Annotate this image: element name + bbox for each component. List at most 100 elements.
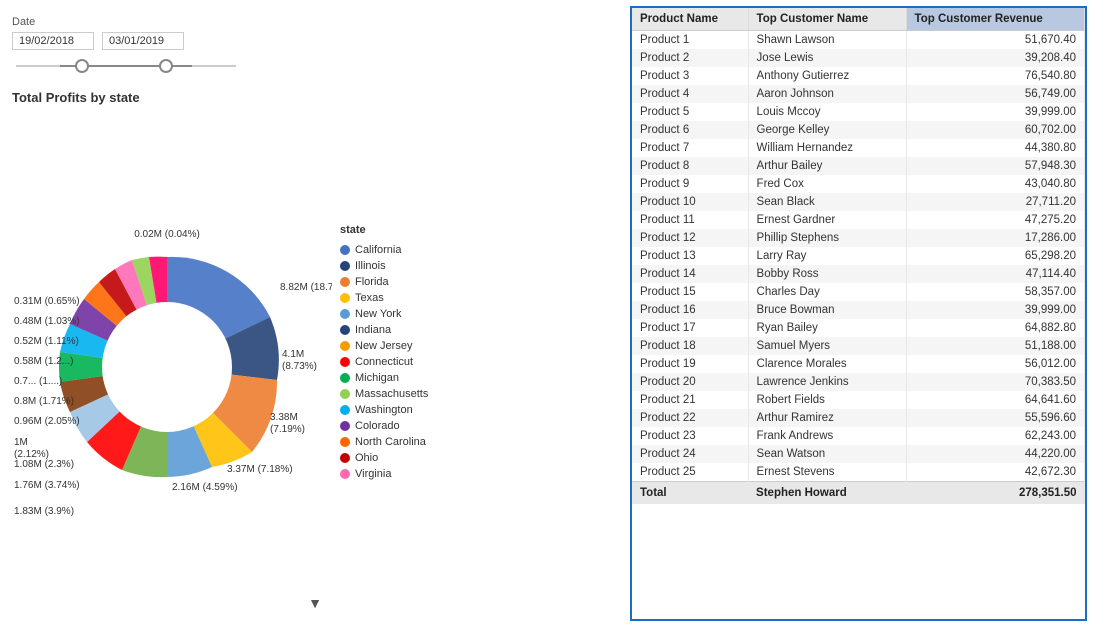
table-row: Product 9Fred Cox43,040.80 xyxy=(632,175,1085,193)
date-inputs: 19/02/2018 03/01/2019 xyxy=(12,32,618,50)
cell-product: Product 19 xyxy=(632,355,748,373)
legend-item-texas[interactable]: Texas xyxy=(340,292,428,304)
table-header-row: Product Name Top Customer Name Top Custo… xyxy=(632,8,1085,31)
cell-revenue: 39,999.00 xyxy=(906,103,1084,121)
legend-item-newjersey[interactable]: New Jersey xyxy=(340,340,428,352)
cell-customer: Robert Fields xyxy=(748,391,906,409)
donut-chart[interactable]: 8.82M (18.77%) 4.1M (8.73%) 3.38M (7.19%… xyxy=(12,172,332,532)
legend-item-indiana[interactable]: Indiana xyxy=(340,324,428,336)
total-customer: Stephen Howard xyxy=(748,482,906,505)
cell-product: Product 8 xyxy=(632,157,748,175)
cell-revenue: 17,286.00 xyxy=(906,229,1084,247)
cell-product: Product 21 xyxy=(632,391,748,409)
legend-item-newyork[interactable]: New York xyxy=(340,308,428,320)
legend-item-california[interactable]: California xyxy=(340,244,428,256)
cell-customer: Ryan Bailey xyxy=(748,319,906,337)
legend-label-virginia: Virginia xyxy=(355,468,392,480)
col-header-product[interactable]: Product Name xyxy=(632,8,748,31)
legend-dot-colorado xyxy=(340,421,350,431)
legend-label-illinois: Illinois xyxy=(355,260,386,272)
date-start-input[interactable]: 19/02/2018 xyxy=(12,32,94,50)
legend-label-northcarolina: North Carolina xyxy=(355,436,426,448)
cell-customer: Arthur Ramirez xyxy=(748,409,906,427)
legend-label-michigan: Michigan xyxy=(355,372,399,384)
slider-thumb-right[interactable] xyxy=(159,59,173,73)
legend-dot-massachusetts xyxy=(340,389,350,399)
cell-revenue: 55,596.60 xyxy=(906,409,1084,427)
table-scroll-container[interactable]: Product Name Top Customer Name Top Custo… xyxy=(632,8,1085,619)
cell-revenue: 27,711.20 xyxy=(906,193,1084,211)
left-panel: Date 19/02/2018 03/01/2019 Total Profits… xyxy=(0,0,630,627)
legend-item-florida[interactable]: Florida xyxy=(340,276,428,288)
cell-revenue: 51,670.40 xyxy=(906,31,1084,50)
scroll-down-indicator[interactable]: ▼ xyxy=(12,595,618,611)
legend-title: state xyxy=(340,224,428,236)
table-row: Product 24Sean Watson44,220.00 xyxy=(632,445,1085,463)
col-header-revenue[interactable]: Top Customer Revenue xyxy=(906,8,1084,31)
svg-text:0.96M (2.05%): 0.96M (2.05%) xyxy=(14,416,80,427)
svg-text:0.48M (1.03%): 0.48M (1.03%) xyxy=(14,316,80,327)
cell-revenue: 44,220.00 xyxy=(906,445,1084,463)
svg-text:1.08M (2.3%): 1.08M (2.3%) xyxy=(14,459,74,470)
cell-product: Product 18 xyxy=(632,337,748,355)
chart-area: 8.82M (18.77%) 4.1M (8.73%) 3.38M (7.19%… xyxy=(12,113,618,591)
svg-text:1M: 1M xyxy=(14,437,28,448)
svg-text:(2.12%): (2.12%) xyxy=(14,449,49,460)
legend-label-california: California xyxy=(355,244,401,256)
cell-product: Product 4 xyxy=(632,85,748,103)
legend-item-michigan[interactable]: Michigan xyxy=(340,372,428,384)
scroll-down-icon[interactable]: ▼ xyxy=(308,595,322,611)
cell-revenue: 39,208.40 xyxy=(906,49,1084,67)
cell-product: Product 17 xyxy=(632,319,748,337)
table-row: Product 5Louis Mccoy39,999.00 xyxy=(632,103,1085,121)
legend-label-washington: Washington xyxy=(355,404,413,416)
cell-product: Product 14 xyxy=(632,265,748,283)
svg-text:0.52M (1.11%): 0.52M (1.11%) xyxy=(14,336,79,347)
cell-customer: Shawn Lawson xyxy=(748,31,906,50)
table-row: Product 11Ernest Gardner47,275.20 xyxy=(632,211,1085,229)
legend-item-washington[interactable]: Washington xyxy=(340,404,428,416)
legend-dot-california xyxy=(340,245,350,255)
svg-text:4.1M: 4.1M xyxy=(282,349,304,360)
cell-product: Product 11 xyxy=(632,211,748,229)
legend-item-virginia[interactable]: Virginia xyxy=(340,468,428,480)
date-label: Date xyxy=(12,16,618,28)
date-end-input[interactable]: 03/01/2019 xyxy=(102,32,184,50)
table-row: Product 18Samuel Myers51,188.00 xyxy=(632,337,1085,355)
legend-label-florida: Florida xyxy=(355,276,389,288)
legend-item-connecticut[interactable]: Connecticut xyxy=(340,356,428,368)
legend-item-colorado[interactable]: Colorado xyxy=(340,420,428,432)
table-row: Product 1Shawn Lawson51,670.40 xyxy=(632,31,1085,50)
cell-revenue: 57,948.30 xyxy=(906,157,1084,175)
cell-customer: Ernest Gardner xyxy=(748,211,906,229)
date-section: Date 19/02/2018 03/01/2019 xyxy=(12,16,618,76)
legend-dot-texas xyxy=(340,293,350,303)
cell-customer: Charles Day xyxy=(748,283,906,301)
cell-revenue: 39,999.00 xyxy=(906,301,1084,319)
cell-product: Product 16 xyxy=(632,301,748,319)
legend-dot-newyork xyxy=(340,309,350,319)
cell-customer: Sean Black xyxy=(748,193,906,211)
table-row: Product 21Robert Fields64,641.60 xyxy=(632,391,1085,409)
legend-item-ohio[interactable]: Ohio xyxy=(340,452,428,464)
cell-product: Product 6 xyxy=(632,121,748,139)
cell-customer: William Hernandez xyxy=(748,139,906,157)
table-row: Product 12Phillip Stephens17,286.00 xyxy=(632,229,1085,247)
slider-thumb-left[interactable] xyxy=(75,59,89,73)
col-header-customer[interactable]: Top Customer Name xyxy=(748,8,906,31)
cell-revenue: 65,298.20 xyxy=(906,247,1084,265)
legend-item-northcarolina[interactable]: North Carolina xyxy=(340,436,428,448)
date-slider[interactable] xyxy=(16,56,236,76)
cell-customer: Phillip Stephens xyxy=(748,229,906,247)
cell-product: Product 25 xyxy=(632,463,748,482)
cell-revenue: 64,882.80 xyxy=(906,319,1084,337)
table-row: Product 16Bruce Bowman39,999.00 xyxy=(632,301,1085,319)
chart-title: Total Profits by state xyxy=(12,90,618,105)
cell-customer: Bobby Ross xyxy=(748,265,906,283)
legend-item-massachusetts[interactable]: Massachusetts xyxy=(340,388,428,400)
cell-customer: Lawrence Jenkins xyxy=(748,373,906,391)
legend-dot-michigan xyxy=(340,373,350,383)
legend-dot-washington xyxy=(340,405,350,415)
cell-revenue: 43,040.80 xyxy=(906,175,1084,193)
legend-item-illinois[interactable]: Illinois xyxy=(340,260,428,272)
